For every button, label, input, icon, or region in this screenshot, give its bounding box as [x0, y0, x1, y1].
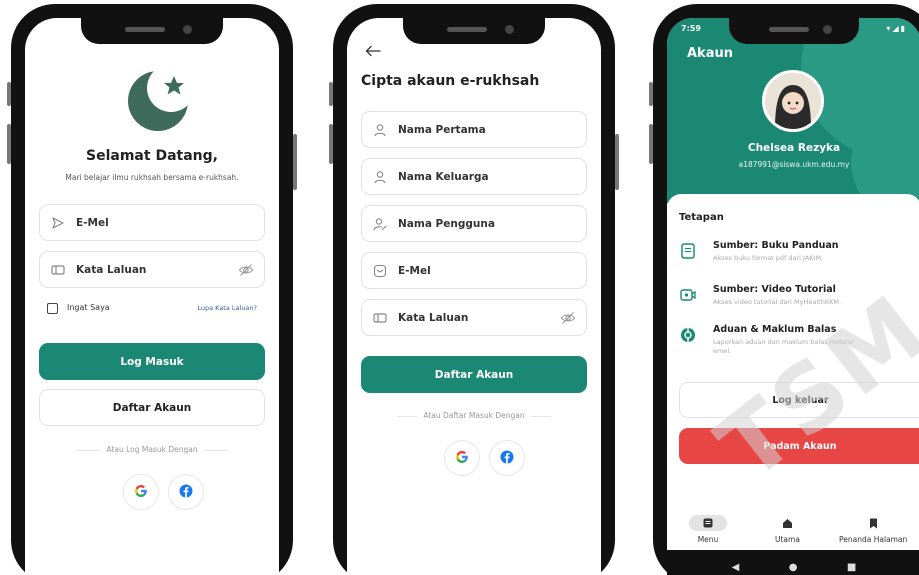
nav-item-menu[interactable]: Menu: [689, 515, 727, 544]
phone-side-button: [615, 134, 619, 190]
username-label: Nama Pengguna: [398, 217, 495, 230]
feedback-icon: [679, 326, 699, 346]
setting-subtitle: Laporkan aduan dan maklum balas melalui …: [713, 338, 854, 355]
user-name: Chelsea Rezyka: [747, 142, 841, 154]
password-icon: [372, 310, 388, 326]
remember-checkbox[interactable]: [47, 303, 58, 314]
notch: [81, 18, 223, 44]
password-field[interactable]: Kata Laluan: [361, 299, 587, 336]
setting-item-video[interactable]: Sumber: Video Tutorial Akses video tutor…: [679, 284, 909, 307]
welcome-title: Selamat Datang,: [86, 148, 218, 164]
forgot-password-link[interactable]: Lupa Kata Laluan?: [197, 304, 257, 312]
password-label: Kata Laluan: [398, 311, 469, 324]
phone-side-button: [7, 124, 11, 164]
user-edit-icon: [372, 216, 388, 232]
google-icon: [134, 483, 148, 502]
nav-item-home[interactable]: Utama: [775, 515, 800, 544]
last-name-label: Nama Keluarga: [398, 170, 489, 183]
phone-side-button: [649, 124, 653, 164]
nav-label: Utama: [775, 535, 800, 544]
book-icon: [679, 242, 699, 262]
header-title: Akaun: [687, 46, 733, 61]
divider-text: Atau Log Masuk Dengan: [25, 445, 279, 454]
recents-square-icon[interactable]: ■: [847, 562, 856, 573]
mail-icon: [372, 263, 388, 279]
setting-item-feedback[interactable]: Aduan & Maklum Balas Laporkan aduan dan …: [679, 324, 909, 356]
facebook-button[interactable]: [489, 440, 525, 476]
bookmark-icon: [839, 515, 907, 531]
email-label: E-Mel: [76, 216, 109, 229]
email-label: E-Mel: [398, 264, 431, 277]
eye-off-icon[interactable]: [560, 310, 576, 326]
home-circle-icon[interactable]: ●: [789, 562, 798, 573]
password-icon: [50, 262, 66, 278]
setting-subtitle: Akses video tutorial dari MyHealthKKM.: [713, 298, 842, 306]
facebook-icon: [500, 449, 514, 468]
user-icon: [372, 122, 388, 138]
phone-side-button: [329, 82, 333, 106]
register-button[interactable]: Daftar Akaun: [39, 389, 265, 426]
phone-login: Selamat Datang, Mari belajar ilmu rukhsa…: [7, 4, 297, 575]
remember-label: Ingat Saya: [67, 303, 110, 312]
setting-subtitle: Akses buku format pdf dari JAKIM.: [713, 254, 824, 262]
register-screen: Cipta akaun e-rukhsah Nama Pertama Nama …: [347, 18, 601, 575]
nav-label: Menu: [697, 535, 719, 544]
notch: [729, 18, 859, 44]
user-icon: [372, 169, 388, 185]
mockup-stage: Selamat Datang, Mari belajar ilmu rukhsa…: [0, 0, 919, 575]
email-field[interactable]: E-Mel: [39, 204, 265, 241]
welcome-subtitle: Mari belajar ilmu rukhsah bersama e-rukh…: [65, 173, 239, 182]
account-screen: 7:59 ▾◢▮ Akaun Chelsea Rezyka a187991@si…: [667, 18, 919, 575]
phone-side-button: [293, 134, 297, 190]
delete-account-button[interactable]: Padam Akaun: [679, 428, 919, 464]
avatar: [762, 70, 824, 132]
status-time: 7:59: [681, 24, 701, 33]
nav-label: Penanda Halaman: [839, 535, 908, 544]
email-field[interactable]: E-Mel: [361, 252, 587, 289]
username-field[interactable]: Nama Pengguna: [361, 205, 587, 242]
video-icon: [679, 286, 699, 306]
first-name-field[interactable]: Nama Pertama: [361, 111, 587, 148]
phone-side-button: [329, 124, 333, 164]
setting-title: Aduan & Maklum Balas: [713, 324, 837, 335]
home-icon: [775, 515, 800, 531]
phone-register: Cipta akaun e-rukhsah Nama Pertama Nama …: [329, 4, 619, 575]
first-name-label: Nama Pertama: [398, 123, 486, 136]
android-navigation-bar: ◀ ● ■: [667, 550, 919, 575]
google-icon: [455, 449, 469, 468]
phone-side-button: [7, 82, 11, 106]
settings-title: Tetapan: [679, 212, 724, 223]
page-title: Cipta akaun e-rukhsah: [361, 73, 540, 89]
send-icon: [50, 215, 66, 231]
back-triangle-icon[interactable]: ◀: [732, 562, 740, 573]
phone-account: 7:59 ▾◢▮ Akaun Chelsea Rezyka a187991@si…: [649, 4, 919, 575]
setting-title: Sumber: Video Tutorial: [713, 284, 836, 295]
register-button[interactable]: Daftar Akaun: [361, 356, 587, 393]
moon-star-logo-icon: [125, 64, 195, 132]
last-name-field[interactable]: Nama Keluarga: [361, 158, 587, 195]
password-label: Kata Laluan: [76, 263, 147, 276]
setting-item-guidebook[interactable]: Sumber: Buku Panduan Akses buku format p…: [679, 240, 909, 263]
password-field[interactable]: Kata Laluan: [39, 251, 265, 288]
google-button[interactable]: [444, 440, 480, 476]
login-button[interactable]: Log Masuk: [39, 343, 265, 380]
divider-text: Atau Daftar Masuk Dengan: [347, 411, 601, 420]
facebook-button[interactable]: [168, 474, 204, 510]
logout-button[interactable]: Log keluar: [679, 382, 919, 418]
status-icons: ▾◢▮: [886, 24, 907, 33]
menu-icon: [689, 515, 727, 531]
user-email: a187991@siswa.ukm.edu.my: [738, 160, 850, 169]
google-button[interactable]: [123, 474, 159, 510]
facebook-icon: [179, 483, 193, 502]
setting-title: Sumber: Buku Panduan: [713, 240, 839, 251]
notch: [403, 18, 545, 44]
eye-off-icon[interactable]: [238, 262, 254, 278]
nav-item-bookmark[interactable]: Penanda Halaman: [839, 515, 907, 544]
phone-side-button: [649, 82, 653, 106]
back-arrow-icon[interactable]: [365, 42, 381, 57]
login-screen: Selamat Datang, Mari belajar ilmu rukhsa…: [25, 18, 279, 575]
